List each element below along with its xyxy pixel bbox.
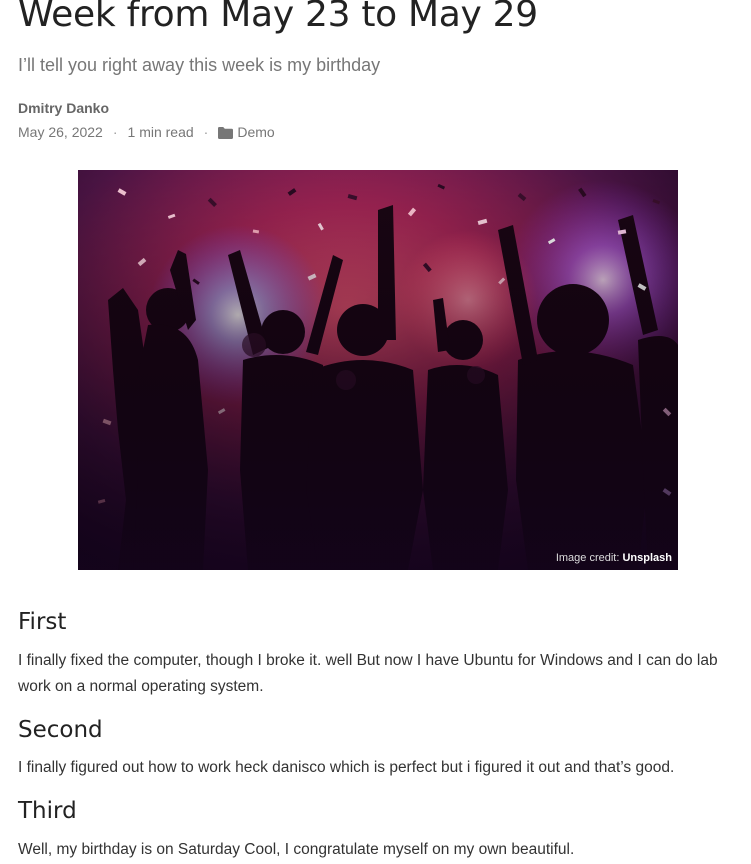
section-heading: Third (18, 798, 77, 824)
section-body: I finally fixed the computer, though I b… (18, 652, 718, 695)
image-credit-label: Image credit: (555, 552, 620, 564)
hero-image: Image credit: Unsplash (78, 170, 678, 570)
section-heading: First (18, 609, 67, 635)
meta-separator: · (203, 124, 209, 140)
section-body: Well, my birthday is on Saturday Cool, I… (18, 841, 575, 858)
post-author: Dmitry Danko (18, 100, 110, 116)
post-meta: May 26, 2022 · 1 min read · Demo (18, 124, 275, 140)
read-time: 1 min read (127, 124, 194, 140)
folder-icon (218, 127, 234, 139)
meta-separator: · (112, 124, 118, 140)
category-link[interactable]: Demo (237, 124, 274, 140)
party-photo (78, 170, 678, 570)
section-body: I finally figured out how to work heck d… (18, 759, 675, 776)
post-date: May 26, 2022 (18, 124, 103, 140)
image-credit-source[interactable]: Unsplash (622, 552, 672, 564)
image-credit: Image credit: Unsplash (556, 552, 672, 564)
section-heading: Second (18, 717, 103, 743)
post-subtitle: I’ll tell you right away this week is my… (18, 55, 381, 75)
post-title: Week from May 23 to May 29 (18, 0, 538, 35)
